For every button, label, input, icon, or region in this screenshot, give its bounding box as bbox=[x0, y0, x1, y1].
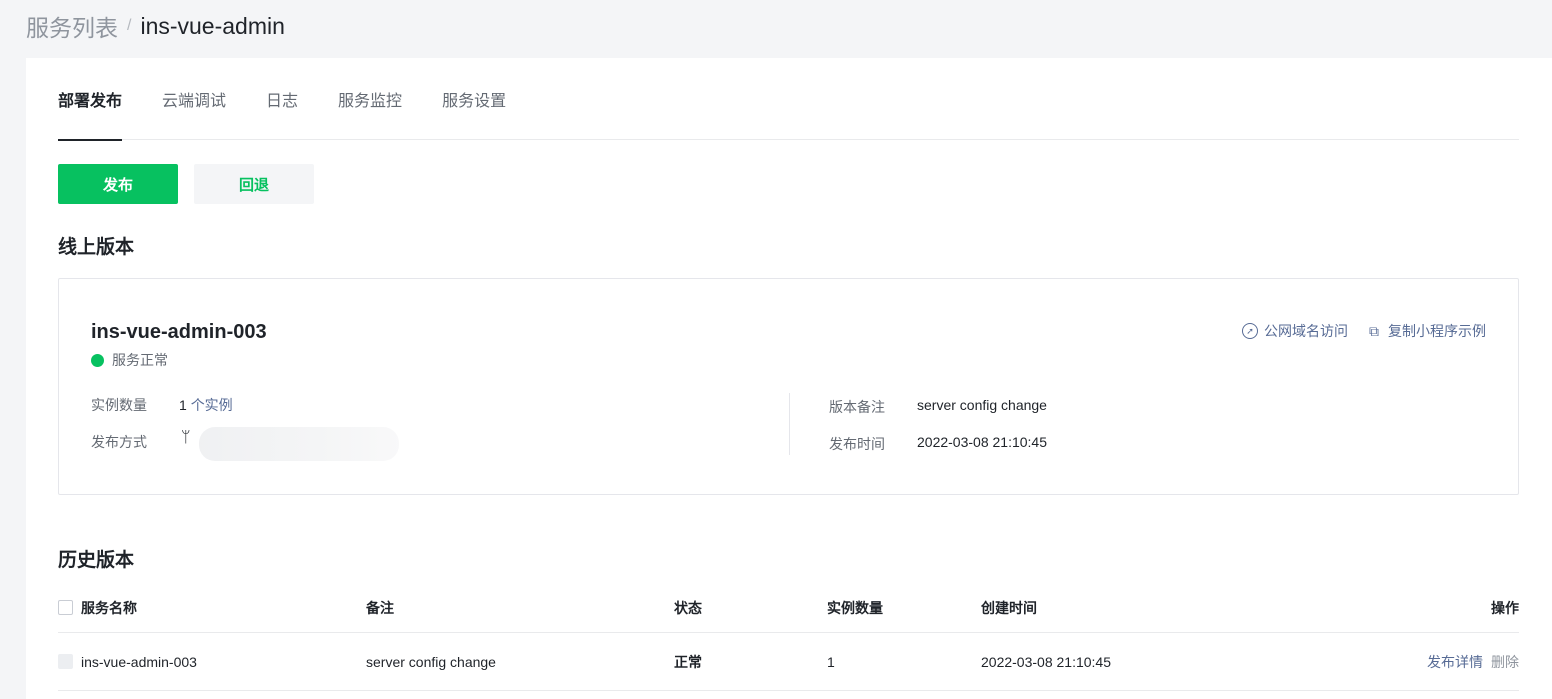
public-domain-access-link[interactable]: ➚ 公网域名访问 bbox=[1242, 321, 1348, 341]
online-version-title: 线上版本 bbox=[58, 237, 135, 258]
instance-link[interactable]: 个实例 bbox=[191, 397, 233, 413]
publish-button[interactable]: 发布 bbox=[58, 164, 178, 204]
public-domain-access-label: 公网域名访问 bbox=[1264, 323, 1348, 339]
breadcrumb: 服务列表 / ins-vue-admin bbox=[26, 10, 285, 42]
history-version-title: 历史版本 bbox=[58, 550, 135, 571]
column-header: 备注 bbox=[366, 599, 394, 616]
publish-detail-link[interactable]: 发布详情 bbox=[1427, 652, 1483, 672]
row-checkbox[interactable] bbox=[58, 654, 73, 669]
column-header: 创建时间 bbox=[981, 599, 1037, 616]
row-instances: 1 bbox=[827, 653, 835, 670]
instance-count-value: 1 个实例 bbox=[179, 395, 233, 415]
version-remark-label: 版本备注 bbox=[829, 399, 885, 415]
deploy-method-label: 发布方式 bbox=[91, 434, 147, 450]
status-text: 服务正常 bbox=[112, 352, 168, 368]
column-header: 服务名称 bbox=[81, 599, 137, 616]
git-branch-icon: ᛘ bbox=[181, 429, 191, 446]
status-badge: 服务正常 bbox=[91, 350, 168, 370]
rollback-button[interactable]: 回退 bbox=[194, 164, 314, 204]
main-panel: 部署发布 云端调试 日志 服务监控 服务设置 发布 回退 线上版本 ins-vu… bbox=[26, 58, 1552, 699]
copy-miniprogram-sample-link[interactable]: ⧉ 复制小程序示例 bbox=[1366, 321, 1486, 341]
breadcrumb-current: ins-vue-admin bbox=[140, 12, 285, 39]
column-header: 操作 bbox=[1491, 599, 1519, 616]
copy-miniprogram-sample-label: 复制小程序示例 bbox=[1388, 323, 1486, 339]
vertical-divider bbox=[789, 393, 790, 455]
table-header: 服务名称 备注 状态 实例数量 创建时间 操作 bbox=[58, 583, 1519, 633]
table-row: ins-vue-admin-003 server config change 正… bbox=[58, 633, 1519, 691]
row-operations: 发布详情 删除 bbox=[1419, 633, 1519, 690]
column-header: 状态 bbox=[674, 599, 702, 616]
delete-link[interactable]: 删除 bbox=[1491, 652, 1519, 672]
tab-cloud-debug[interactable]: 云端调试 bbox=[162, 58, 226, 140]
redacted-repo bbox=[199, 427, 399, 461]
header-name-cell: 服务名称 bbox=[58, 583, 137, 632]
tab-settings[interactable]: 服务设置 bbox=[442, 58, 506, 140]
breadcrumb-service-list[interactable]: 服务列表 bbox=[26, 9, 118, 43]
publish-time-value: 2022-03-08 21:10:45 bbox=[917, 434, 1047, 450]
instance-count-number: 1 bbox=[179, 397, 187, 413]
version-name: ins-vue-admin-003 bbox=[91, 321, 267, 343]
row-remark: server config change bbox=[366, 653, 496, 670]
row-status: 正常 bbox=[674, 653, 702, 670]
card-actions: ➚ 公网域名访问 ⧉ 复制小程序示例 bbox=[1224, 321, 1486, 341]
version-remark-value: server config change bbox=[917, 397, 1047, 413]
compass-icon: ➚ bbox=[1242, 323, 1258, 339]
column-header: 实例数量 bbox=[827, 599, 883, 616]
publish-time-label: 发布时间 bbox=[829, 436, 885, 452]
row-name: ins-vue-admin-003 bbox=[81, 653, 197, 670]
tab-monitor[interactable]: 服务监控 bbox=[338, 58, 402, 140]
status-dot-icon bbox=[91, 353, 104, 367]
breadcrumb-separator: / bbox=[127, 17, 132, 34]
row-created: 2022-03-08 21:10:45 bbox=[981, 653, 1111, 670]
tab-logs[interactable]: 日志 bbox=[266, 58, 298, 140]
instance-count-label: 实例数量 bbox=[91, 397, 147, 413]
tab-deploy[interactable]: 部署发布 bbox=[58, 58, 123, 141]
select-all-checkbox[interactable] bbox=[58, 600, 73, 615]
tab-bar: 部署发布 云端调试 日志 服务监控 服务设置 bbox=[58, 58, 1519, 141]
online-version-card: ins-vue-admin-003 服务正常 ➚ 公网域名访问 ⧉ 复制小程序示… bbox=[58, 278, 1519, 495]
history-table: 服务名称 备注 状态 实例数量 创建时间 操作 ins-vue-admin-00… bbox=[58, 583, 1519, 691]
copy-icon: ⧉ bbox=[1369, 322, 1379, 339]
row-name-cell: ins-vue-admin-003 bbox=[58, 633, 197, 690]
